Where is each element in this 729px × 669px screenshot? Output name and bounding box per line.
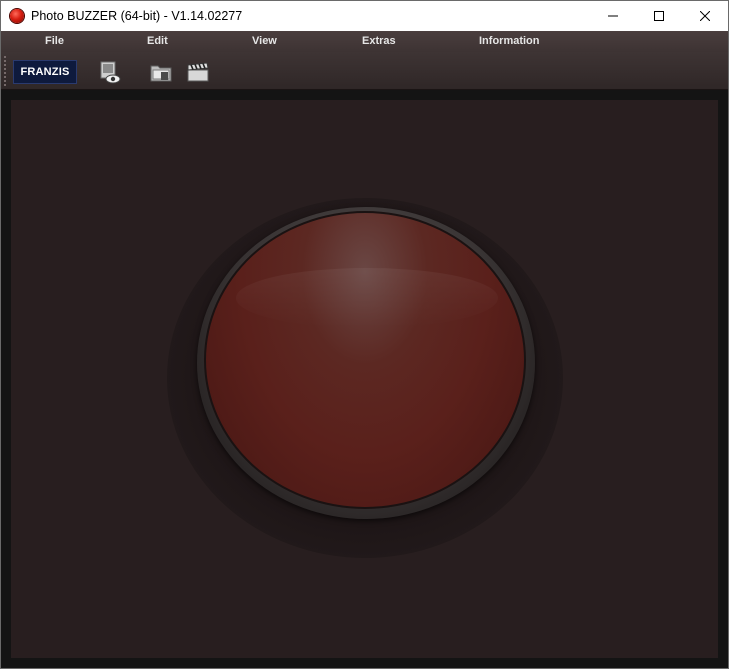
buzzer-button[interactable] (204, 211, 526, 509)
app-window: Photo BUZZER (64-bit) - V1.14.02277 File… (0, 0, 729, 669)
buzzer-glare (236, 268, 498, 328)
minimize-icon (608, 15, 618, 17)
open-folder-icon (150, 65, 172, 82)
close-button[interactable] (682, 1, 728, 31)
buzzer-canvas (11, 100, 718, 658)
video-button[interactable] (185, 59, 211, 85)
preview-icon (100, 61, 121, 84)
menu-file[interactable]: File (45, 35, 64, 47)
menu-bar: File Edit View Extras Information (1, 31, 728, 52)
app-buzzer-icon (10, 9, 24, 23)
title-bar[interactable]: Photo BUZZER (64-bit) - V1.14.02277 (1, 1, 728, 31)
minimize-button[interactable] (590, 1, 636, 31)
menu-extras[interactable]: Extras (362, 35, 396, 47)
franzis-logo[interactable]: FRANZIS (13, 60, 77, 84)
maximize-button[interactable] (636, 1, 682, 31)
toolbar: FRANZIS (1, 52, 728, 90)
menu-edit[interactable]: Edit (147, 35, 168, 47)
window-title: Photo BUZZER (64-bit) - V1.14.02277 (31, 9, 243, 23)
toolbar-grip[interactable] (4, 55, 6, 87)
menu-view[interactable]: View (252, 35, 277, 47)
close-icon (700, 11, 710, 21)
menu-information[interactable]: Information (479, 35, 540, 47)
maximize-icon (654, 11, 664, 21)
open-button[interactable] (148, 59, 174, 85)
clapperboard-icon (187, 62, 209, 82)
window-controls (590, 1, 728, 31)
preview-button[interactable] (98, 59, 124, 85)
